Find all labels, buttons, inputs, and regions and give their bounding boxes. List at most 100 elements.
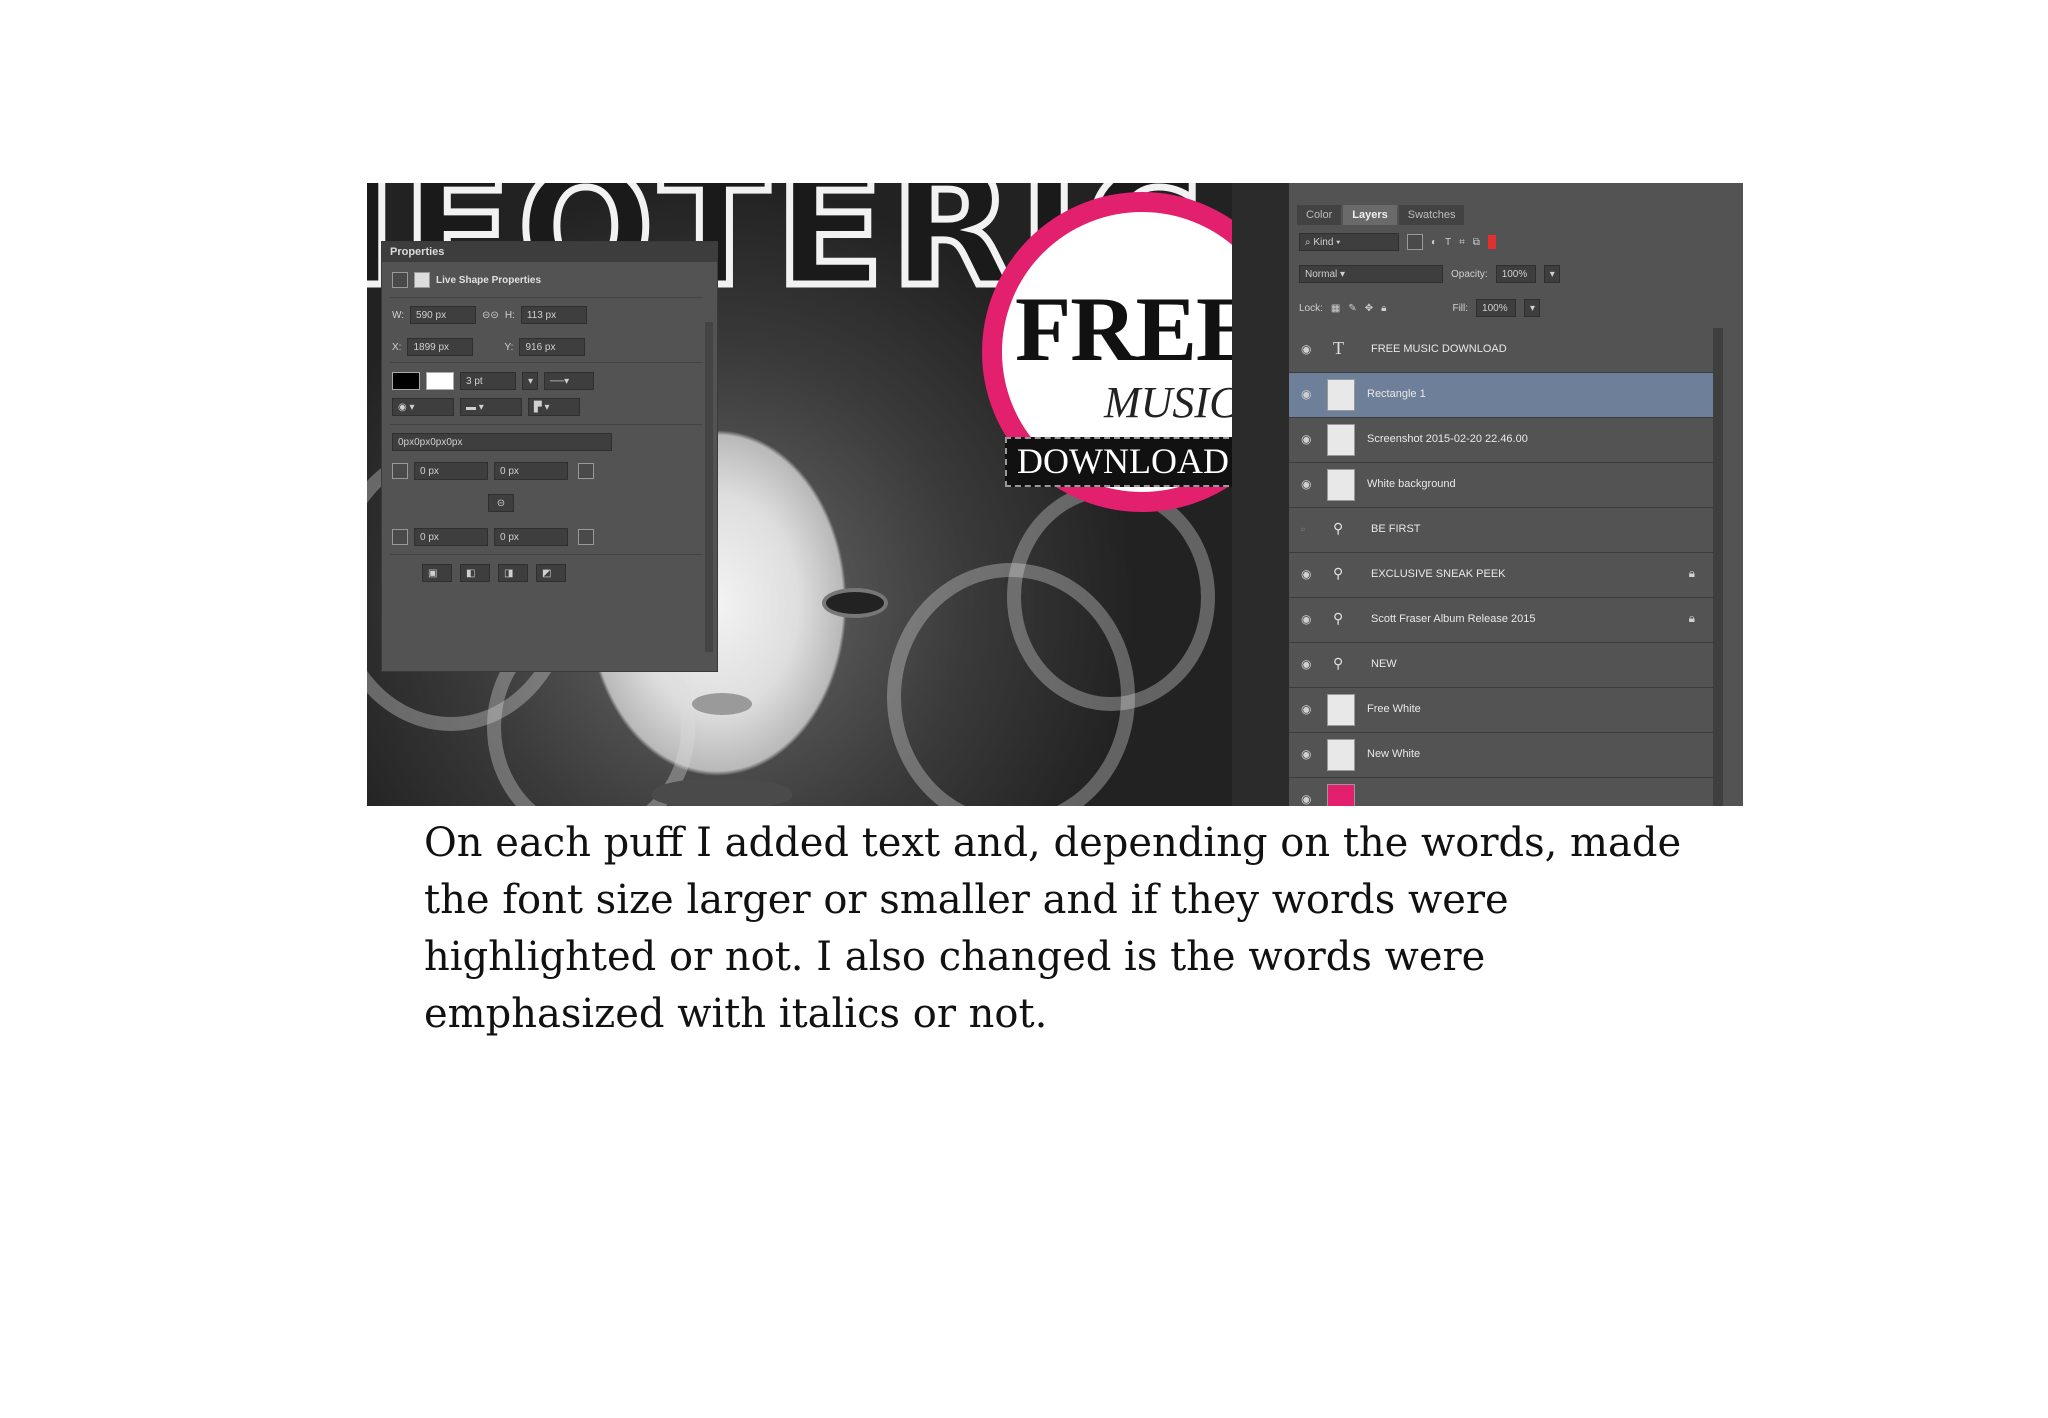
- filter-type-icon[interactable]: T: [1445, 237, 1451, 248]
- visibility-eye-icon[interactable]: ◉: [1301, 793, 1313, 805]
- stroke-swatch[interactable]: [426, 372, 454, 390]
- fill-field[interactable]: 100%: [1476, 299, 1517, 317]
- y-field[interactable]: 916 px: [519, 338, 586, 356]
- lock-icon[interactable]: 🔒︎: [1689, 611, 1695, 626]
- lock-pixels-icon[interactable]: ▦: [1331, 303, 1340, 314]
- opacity-field[interactable]: 100%: [1495, 265, 1536, 283]
- corner-top-left-icon: [392, 463, 408, 479]
- lock-icon[interactable]: 🔒︎: [1689, 566, 1695, 581]
- height-field[interactable]: 113 px: [520, 306, 587, 324]
- width-field[interactable]: 590 px: [410, 306, 477, 324]
- layer-name: Rectangle 1: [1367, 388, 1426, 400]
- visibility-eye-icon[interactable]: ◉: [1301, 613, 1313, 625]
- layer-row[interactable]: ◉ Free White: [1289, 688, 1713, 733]
- x-field[interactable]: 1899 px: [407, 338, 474, 356]
- text-layer-icon: T: [1333, 338, 1344, 358]
- layer-filter-label: Kind: [1313, 237, 1334, 248]
- divider: [390, 424, 703, 425]
- hair-curl: [1007, 483, 1215, 711]
- layer-name: Scott Fraser Album Release 2015: [1371, 613, 1536, 625]
- radius-top-right-field[interactable]: 0 px: [494, 462, 568, 480]
- lock-paint-icon[interactable]: ✎: [1348, 303, 1356, 314]
- visibility-eye-icon[interactable]: ◉: [1301, 343, 1313, 355]
- slide-caption: On each puff I added text and, depending…: [424, 820, 1682, 1037]
- tab-layers[interactable]: Layers: [1343, 205, 1397, 225]
- layer-filter-dropdown[interactable]: ⌕ Kind ▾: [1299, 233, 1399, 251]
- layer-row[interactable]: ◉ ⚲ Scott Fraser Album Release 2015 🔒︎: [1289, 598, 1713, 643]
- layer-row[interactable]: ◉ T FREE MUSIC DOWNLOAD: [1289, 328, 1713, 373]
- layer-row[interactable]: ◉ New White: [1289, 733, 1713, 778]
- stroke-caps-dropdown[interactable]: ▬ ▾: [460, 398, 522, 416]
- image-thumbnail: [1327, 424, 1355, 456]
- visibility-hidden-icon[interactable]: ▫: [1301, 523, 1313, 535]
- radius-bottom-left-field[interactable]: 0 px: [414, 528, 488, 546]
- layer-name: FREE MUSIC DOWNLOAD: [1371, 343, 1507, 355]
- corner-radii-field[interactable]: 0px0px0px0px: [392, 433, 612, 451]
- visibility-eye-icon[interactable]: ◉: [1301, 433, 1313, 445]
- fill-swatch[interactable]: [392, 372, 420, 390]
- photoshop-screenshot: IEOTERIC FREE MUSIC DOWNLOAD Properties …: [367, 183, 1743, 806]
- stroke-corners-dropdown[interactable]: ▛ ▾: [528, 398, 580, 416]
- properties-scrollbar[interactable]: [705, 322, 713, 652]
- shape-thumbnail: [1327, 739, 1355, 771]
- mask-icon[interactable]: [414, 272, 430, 288]
- stroke-type-dropdown[interactable]: ──▾: [544, 372, 594, 390]
- filter-smart-icon[interactable]: ⧉: [1473, 237, 1480, 248]
- visibility-eye-icon[interactable]: ◉: [1301, 658, 1313, 670]
- filter-adjust-icon[interactable]: ◐: [1431, 237, 1437, 248]
- divider: [390, 554, 703, 555]
- visibility-eye-icon[interactable]: ◉: [1301, 478, 1313, 490]
- stroke-width-dropdown[interactable]: ▾: [522, 372, 538, 390]
- opacity-dropdown[interactable]: ▾: [1543, 265, 1560, 283]
- filter-toggle[interactable]: [1487, 235, 1496, 249]
- path-intersect-button[interactable]: ◨: [498, 564, 528, 582]
- puff-text-download[interactable]: DOWNLOAD: [1005, 437, 1232, 487]
- layer-row[interactable]: ◉ ⚲ NEW: [1289, 643, 1713, 688]
- layer-row[interactable]: ◉ White background: [1289, 463, 1713, 508]
- tab-swatches[interactable]: Swatches: [1398, 205, 1465, 225]
- link-icon[interactable]: ⊝⊝: [482, 310, 499, 321]
- layer-row[interactable]: ◉ Screenshot 2015-02-20 22.46.00: [1289, 418, 1713, 463]
- divider: [390, 362, 703, 363]
- smart-object-icon: ⚲: [1333, 612, 1344, 627]
- visibility-eye-icon[interactable]: ◉: [1301, 568, 1313, 580]
- layer-name: Screenshot 2015-02-20 22.46.00: [1367, 433, 1528, 445]
- canvas-photo: IEOTERIC FREE MUSIC DOWNLOAD Properties …: [367, 183, 1232, 806]
- blend-mode-dropdown[interactable]: Normal ▾: [1299, 265, 1443, 283]
- path-exclude-button[interactable]: ◩: [536, 564, 566, 582]
- visibility-eye-icon[interactable]: ◉: [1301, 703, 1313, 715]
- lock-all-icon[interactable]: 🔒︎: [1381, 303, 1386, 314]
- fill-dropdown[interactable]: ▾: [1524, 299, 1541, 317]
- visibility-eye-icon[interactable]: ◉: [1301, 388, 1313, 400]
- properties-title: Properties: [382, 242, 717, 262]
- layer-row-partial[interactable]: ◉: [1289, 778, 1713, 806]
- layer-row[interactable]: ◉ ⚲ EXCLUSIVE SNEAK PEEK 🔒︎: [1289, 553, 1713, 598]
- shape-thumbnail: [1327, 694, 1355, 726]
- layer-name: BE FIRST: [1371, 523, 1421, 535]
- tab-color[interactable]: Color: [1297, 205, 1342, 225]
- lock-label: Lock:: [1299, 302, 1323, 314]
- eye: [822, 588, 888, 618]
- x-label: X:: [392, 341, 402, 353]
- smart-object-icon: ⚲: [1333, 567, 1344, 582]
- visibility-eye-icon[interactable]: ◉: [1301, 748, 1313, 760]
- height-label: H:: [504, 309, 515, 321]
- fill-label: Fill:: [1452, 302, 1469, 314]
- smart-object-icon: ⚲: [1333, 522, 1344, 537]
- shape-icon[interactable]: [392, 272, 408, 288]
- link-radii-icon[interactable]: ⊝: [488, 494, 514, 512]
- lock-move-icon[interactable]: ✥: [1365, 303, 1373, 314]
- stroke-width-field[interactable]: 3 pt: [460, 372, 516, 390]
- layer-row[interactable]: ▫ ⚲ BE FIRST: [1289, 508, 1713, 553]
- blend-mode-value: Normal: [1305, 269, 1338, 280]
- radius-bottom-right-field[interactable]: 0 px: [494, 528, 568, 546]
- path-subtract-button[interactable]: ◧: [460, 564, 490, 582]
- path-combine-button[interactable]: ▣: [422, 564, 452, 582]
- filter-pixel-icon[interactable]: [1407, 234, 1423, 250]
- filter-shape-icon[interactable]: ⌗: [1459, 237, 1465, 248]
- layer-row-selected[interactable]: ◉ Rectangle 1: [1289, 373, 1713, 418]
- radius-top-left-field[interactable]: 0 px: [414, 462, 488, 480]
- stroke-align-dropdown[interactable]: ◉ ▾: [392, 398, 454, 416]
- shape-thumbnail: [1327, 784, 1355, 806]
- layers-scrollbar[interactable]: [1713, 328, 1723, 806]
